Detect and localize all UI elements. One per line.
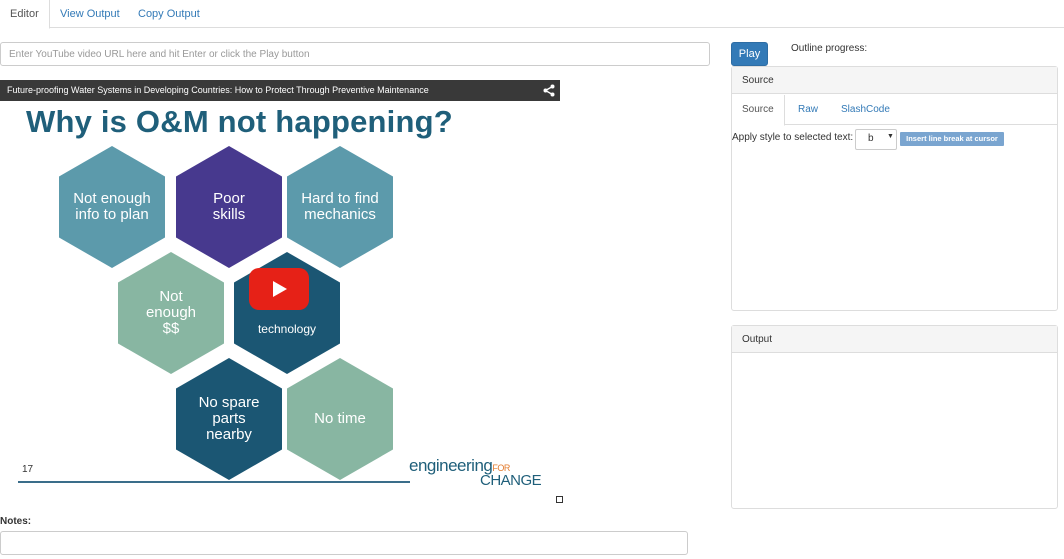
notes-label: Notes: bbox=[0, 516, 32, 527]
video-title-bar: Future-proofing Water Systems in Develop… bbox=[0, 80, 560, 101]
source-tab-bar: Source Raw SlashCode bbox=[732, 95, 1057, 126]
slide-divider bbox=[18, 481, 410, 483]
video-resize-handle[interactable] bbox=[556, 496, 563, 503]
slide-title: Why is O&M not happening? bbox=[26, 104, 453, 139]
tab-copy-output[interactable]: Copy Output bbox=[138, 0, 200, 28]
source-panel-heading: Source bbox=[732, 67, 1057, 94]
notes-input[interactable] bbox=[0, 531, 688, 555]
chevron-down-icon: ▼ bbox=[887, 133, 894, 140]
tab-source[interactable]: Source bbox=[732, 95, 785, 126]
youtube-play-icon[interactable] bbox=[249, 268, 309, 310]
video-title: Future-proofing Water Systems in Develop… bbox=[7, 85, 429, 95]
source-panel: Source Source Raw SlashCode Apply style … bbox=[731, 66, 1058, 311]
style-select[interactable]: b ▼ bbox=[855, 129, 897, 150]
youtube-url-input[interactable] bbox=[0, 42, 710, 66]
style-label: Apply style to selected text: bbox=[732, 132, 854, 143]
output-panel-heading: Output bbox=[732, 326, 1057, 353]
insert-line-break-button[interactable]: Insert line break at cursor bbox=[900, 132, 1004, 146]
outline-progress-label: Outline progress: bbox=[791, 43, 868, 54]
output-panel: Output bbox=[731, 325, 1058, 509]
style-select-value: b bbox=[868, 133, 874, 144]
tab-raw[interactable]: Raw bbox=[798, 95, 818, 125]
tab-slashcode[interactable]: SlashCode bbox=[841, 95, 890, 125]
tab-editor[interactable]: Editor bbox=[0, 0, 50, 29]
brand-logo-change: CHANGE bbox=[480, 472, 542, 489]
share-icon[interactable] bbox=[543, 84, 555, 97]
play-button[interactable]: Play bbox=[731, 42, 768, 66]
slide-number: 17 bbox=[22, 464, 34, 475]
tab-view-output[interactable]: View Output bbox=[60, 0, 120, 28]
top-tab-bar: Editor View Output Copy Output bbox=[0, 0, 1064, 29]
